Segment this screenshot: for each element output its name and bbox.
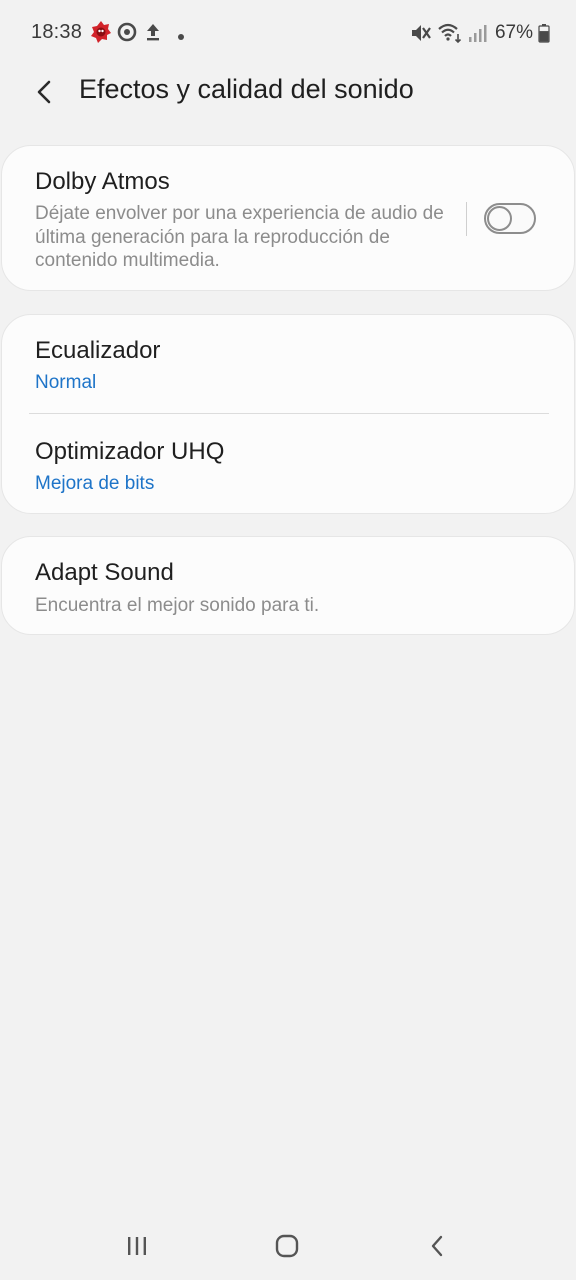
- toggle-divider: [466, 202, 467, 236]
- dolby-atmos-title: Dolby Atmos: [35, 168, 170, 195]
- equalizer-item[interactable]: Ecualizador Normal: [2, 315, 574, 413]
- navigation-bar: [0, 1212, 576, 1280]
- media-play-icon: [117, 22, 137, 42]
- adapt-sound-description: Encuentra el mejor sonido para ti.: [35, 595, 320, 616]
- page-title: Efectos y calidad del sonido: [79, 74, 414, 104]
- wifi-icon: [437, 22, 463, 44]
- app-header: Efectos y calidad del sonido: [0, 64, 576, 120]
- home-button[interactable]: [267, 1226, 307, 1266]
- equalizer-value: Normal: [35, 372, 97, 393]
- uhq-optimizer-item[interactable]: Optimizador UHQ Mejora de bits: [2, 414, 574, 514]
- nav-back-button[interactable]: [417, 1226, 457, 1266]
- signal-icon: [467, 23, 487, 43]
- upload-icon: [144, 22, 162, 42]
- switch-knob: [487, 206, 512, 231]
- dolby-atmos-card[interactable]: Dolby Atmos Déjate envolver por una expe…: [1, 145, 575, 291]
- status-time: 18:38: [31, 21, 83, 43]
- adapt-sound-title: Adapt Sound: [35, 559, 174, 586]
- back-button[interactable]: [24, 72, 64, 112]
- nav-back-icon: [428, 1234, 446, 1258]
- dolby-atmos-switch[interactable]: [484, 203, 536, 234]
- equalizer-title: Ecualizador: [35, 337, 161, 364]
- sound-settings-card: Ecualizador Normal Optimizador UHQ Mejor…: [1, 314, 575, 514]
- home-icon: [274, 1233, 300, 1259]
- recent-apps-icon: [125, 1235, 149, 1257]
- status-bar: 18:38 67%: [0, 0, 576, 64]
- screen: 18:38 67% Efectos y calidad del sonido D…: [0, 0, 576, 1280]
- status-right-icons: 67%: [411, 20, 550, 46]
- battery-icon: [538, 23, 550, 43]
- dolby-atmos-description: Déjate envolver por una experiencia de a…: [35, 203, 444, 271]
- recent-apps-button[interactable]: [117, 1226, 157, 1266]
- uhq-optimizer-title: Optimizador UHQ: [35, 438, 225, 465]
- notification-dot-icon: [177, 28, 185, 40]
- status-left-icons: [90, 20, 185, 44]
- antutu-icon: [90, 20, 112, 44]
- battery-percent: 67%: [494, 22, 533, 43]
- mute-icon: [411, 22, 431, 44]
- adapt-sound-card[interactable]: Adapt Sound Encuentra el mejor sonido pa…: [1, 536, 575, 635]
- back-arrow-icon: [34, 79, 54, 105]
- uhq-optimizer-value: Mejora de bits: [35, 473, 155, 494]
